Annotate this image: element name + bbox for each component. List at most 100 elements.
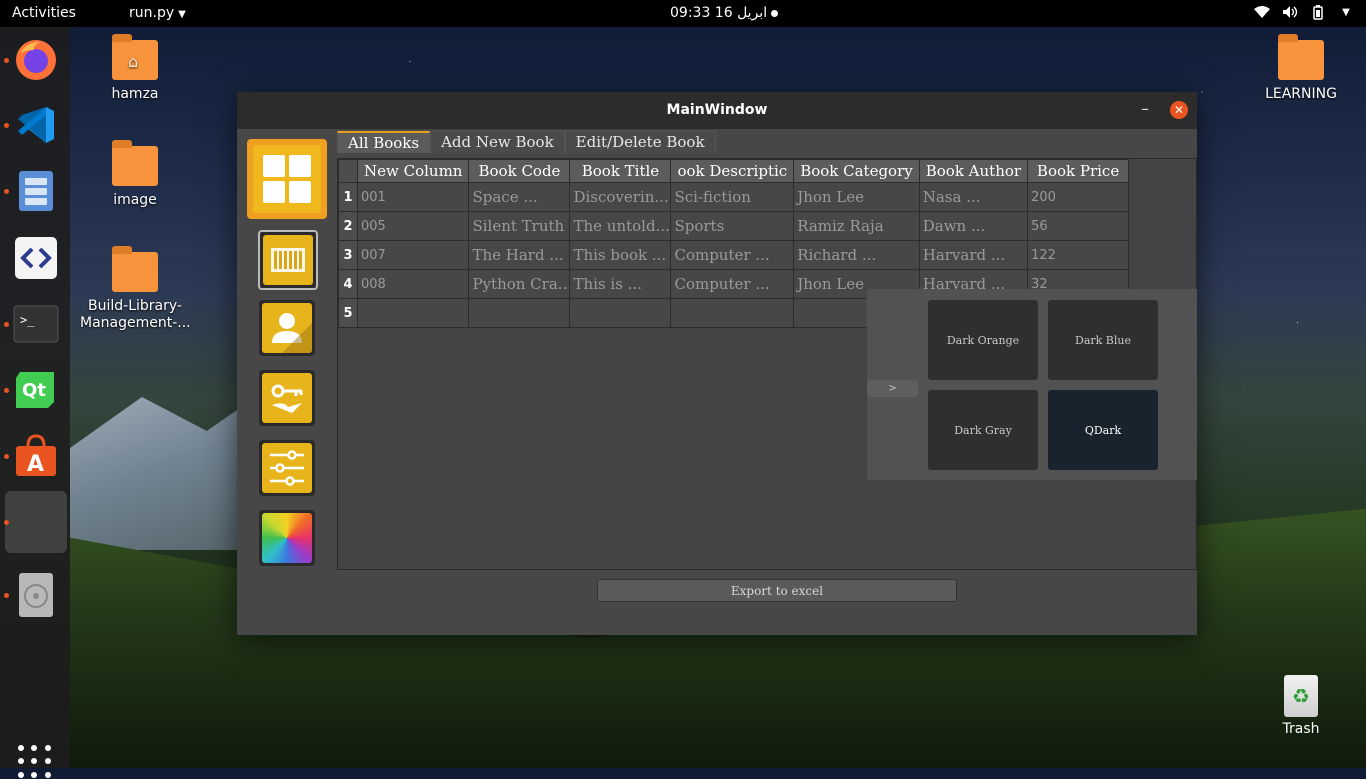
notification-dot-icon	[771, 9, 779, 17]
theme-dark-blue-button[interactable]: Dark Blue	[1048, 300, 1158, 380]
desktop-folder-build-library[interactable]: Build-Library-Management-...	[80, 246, 191, 332]
minimize-icon[interactable]: –	[1141, 99, 1149, 118]
table-cell[interactable]: Silent Truth	[468, 211, 571, 241]
table-cell[interactable]: 005	[356, 211, 470, 241]
export-to-excel-button[interactable]: Export to excel	[597, 579, 957, 602]
grid-icon	[253, 145, 321, 213]
table-cell[interactable]: Richard ...	[793, 240, 920, 270]
dock-files[interactable]	[4, 165, 62, 217]
clock[interactable]: 09:33 ابریل 16	[670, 5, 779, 21]
theme-dark-orange-button[interactable]: Dark Orange	[928, 300, 1038, 380]
table-row[interactable]: 1 001 Space ... Discoverin... Sci-fictio…	[338, 182, 1130, 212]
table-row[interactable]: 3 007 The Hard ... This book ... Compute…	[338, 240, 1130, 270]
table-cell[interactable]: The Hard ...	[468, 240, 571, 270]
table-cell[interactable]: 200	[1027, 182, 1130, 212]
table-row[interactable]: 2 005 Silent Truth The untold... Sports …	[338, 211, 1130, 241]
row-number[interactable]: 5	[338, 298, 358, 328]
table-cell[interactable]: Computer ...	[670, 240, 795, 270]
row-number[interactable]: 1	[338, 182, 358, 212]
table-cell[interactable]: Ramiz Raja	[793, 211, 920, 241]
table-cell[interactable]: Discoverin...	[569, 182, 672, 212]
table-cell[interactable]: 56	[1027, 211, 1130, 241]
column-header[interactable]: Book Author	[918, 159, 1029, 183]
table-cell[interactable]: 001	[356, 182, 470, 212]
dock: >_ Qt A	[0, 27, 70, 778]
dock-running-app[interactable]	[4, 491, 67, 553]
table-cell[interactable]: Harvard ...	[918, 240, 1029, 270]
system-tray[interactable]: ▼	[1254, 4, 1354, 20]
column-header[interactable]: Book Category	[793, 159, 920, 183]
dock-firefox[interactable]	[4, 34, 62, 86]
window-titlebar[interactable]: MainWindow – ✕	[237, 92, 1197, 129]
dock-qt-creator[interactable]: Qt	[4, 364, 62, 416]
running-indicator	[4, 322, 9, 327]
app-menu[interactable]: run.py ▼	[129, 5, 186, 21]
dock-terminal[interactable]: >_	[4, 298, 62, 350]
running-indicator	[4, 123, 9, 128]
table-cell[interactable]: Python Cra...	[468, 269, 571, 299]
column-header[interactable]: ook Descriptic	[670, 159, 795, 183]
table-cell[interactable]: 122	[1027, 240, 1130, 270]
theme-qdark-button[interactable]: QDark	[1048, 390, 1158, 470]
dock-disk[interactable]	[4, 569, 62, 621]
dock-vscode[interactable]	[4, 99, 62, 151]
sidebar-users-button[interactable]	[259, 300, 315, 356]
desktop-icon-label: Build-Library-Management-...	[80, 298, 191, 331]
table-cell[interactable]	[468, 298, 571, 328]
table-cell[interactable]: Sci-fiction	[670, 182, 795, 212]
folder-icon	[112, 246, 158, 292]
table-cell[interactable]: Sports	[670, 211, 795, 241]
column-header[interactable]: Book Title	[569, 159, 672, 183]
table-cell[interactable]: This book ...	[569, 240, 672, 270]
row-number[interactable]: 3	[338, 240, 358, 270]
column-header[interactable]: Book Code	[468, 159, 571, 183]
table-cell[interactable]: This is ...	[569, 269, 672, 299]
table-cell[interactable]	[569, 298, 672, 328]
table-cell[interactable]: Dawn ...	[918, 211, 1029, 241]
running-indicator	[4, 388, 9, 393]
tab-all-books[interactable]: All Books	[337, 131, 431, 153]
svg-text:>_: >_	[20, 313, 35, 327]
sidebar-all-books-button[interactable]	[247, 139, 327, 219]
dock-software-center[interactable]: A	[4, 430, 62, 482]
tab-edit-delete-book[interactable]: Edit/Delete Book	[564, 131, 716, 153]
desktop-trash[interactable]: ♻ Trash	[1270, 675, 1332, 737]
desktop-folder-learning[interactable]: LEARNING	[1246, 34, 1356, 102]
table-cell[interactable]: Jhon Lee	[793, 182, 920, 212]
table-cell[interactable]: 008	[356, 269, 470, 299]
svg-text:A: A	[27, 452, 44, 477]
row-number[interactable]: 4	[338, 269, 358, 299]
table-cell[interactable]: 007	[356, 240, 470, 270]
files-icon	[19, 171, 53, 211]
bookshelf-icon	[263, 235, 313, 285]
theme-dark-gray-button[interactable]: Dark Gray	[928, 390, 1038, 470]
table-cell[interactable]	[670, 298, 795, 328]
desktop-folder-image[interactable]: image	[80, 140, 190, 208]
top-bar: Activities run.py ▼ 09:33 ابریل 16 ▼	[0, 0, 1366, 27]
running-indicator	[4, 454, 9, 459]
table-corner[interactable]	[338, 159, 358, 183]
sidebar-login-button[interactable]	[259, 370, 315, 426]
table-cell[interactable]: Space ...	[468, 182, 571, 212]
column-header[interactable]: Book Price	[1027, 159, 1130, 183]
desktop-folder-hamza[interactable]: ⌂ hamza	[80, 34, 190, 102]
column-header[interactable]: New Column	[356, 159, 470, 183]
show-applications-icon[interactable]	[18, 745, 52, 779]
table-cell[interactable]: The untold...	[569, 211, 672, 241]
dock-code-editor[interactable]	[10, 232, 62, 284]
sidebar-settings-button[interactable]	[259, 440, 315, 496]
tab-add-new-book[interactable]: Add New Book	[430, 131, 565, 153]
wifi-icon	[1254, 4, 1270, 20]
table-cell[interactable]	[356, 298, 470, 328]
desktop-icon-label: hamza	[111, 86, 159, 102]
theme-panel-toggle-button[interactable]: >	[867, 380, 918, 397]
row-number[interactable]: 2	[338, 211, 358, 241]
table-cell[interactable]: Computer ...	[670, 269, 795, 299]
close-icon[interactable]: ✕	[1170, 101, 1188, 119]
folder-home-icon: ⌂	[112, 34, 158, 80]
table-cell[interactable]: Nasa ...	[918, 182, 1029, 212]
sidebar-themes-button[interactable]	[259, 510, 315, 566]
sidebar-books-button[interactable]	[258, 230, 318, 290]
trash-icon: ♻	[1284, 675, 1318, 717]
activities-button[interactable]: Activities	[12, 5, 76, 21]
